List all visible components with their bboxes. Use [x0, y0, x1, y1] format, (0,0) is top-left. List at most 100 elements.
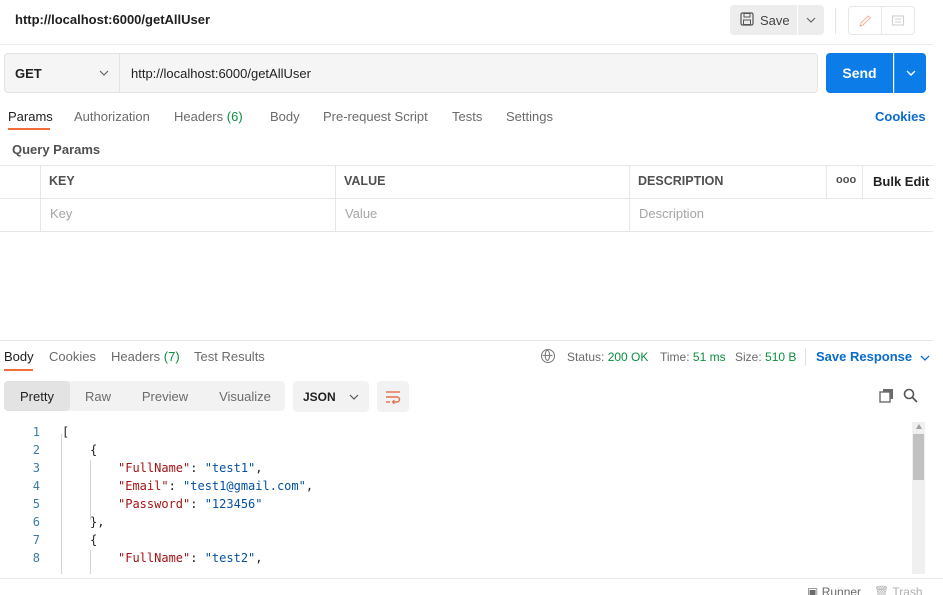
tab-pre-request-script[interactable]: Pre-request Script — [323, 109, 428, 124]
edit-button[interactable] — [848, 6, 882, 35]
runner-button[interactable]: ▣ Runner — [807, 585, 861, 595]
size-label: Size: — [735, 350, 762, 364]
trailing-comma: , — [255, 551, 263, 565]
table-col-divider — [335, 165, 336, 231]
format-select[interactable]: JSON — [293, 381, 369, 412]
tab-headers-label: Headers — [174, 109, 224, 124]
save-icon — [740, 11, 754, 29]
table-border-top — [0, 165, 933, 166]
tab-headers[interactable]: Headers (6) — [174, 109, 243, 124]
view-pretty-button[interactable]: Pretty — [4, 381, 70, 411]
save-button[interactable]: Save — [730, 5, 797, 35]
format-value: JSON — [303, 389, 336, 404]
chevron-down-icon — [906, 70, 915, 76]
response-headers-count: (7) — [163, 349, 180, 364]
column-header-key: KEY — [49, 174, 75, 188]
search-icon[interactable] — [903, 388, 918, 406]
url-value: http://localhost:6000/getAllUser — [131, 65, 311, 81]
description-input[interactable]: Description — [639, 206, 704, 221]
method-value: GET — [15, 65, 42, 81]
json-key: "FullName" — [118, 461, 191, 475]
view-preview-button[interactable]: Preview — [130, 381, 200, 411]
tab-body[interactable]: Body — [270, 109, 300, 124]
time-label: Time: — [660, 350, 690, 364]
save-dropdown-button[interactable] — [798, 5, 824, 35]
scroll-up-arrow[interactable] — [916, 424, 922, 429]
brace: { — [90, 533, 98, 547]
table-col-divider — [629, 165, 630, 231]
json-value: "test1@gmail.com" — [183, 479, 306, 493]
brace: }, — [90, 515, 105, 529]
value-input[interactable]: Value — [345, 206, 377, 221]
globe-icon[interactable] — [541, 349, 555, 363]
response-body-editor[interactable]: 1 [ 2 { 3 "FullName": "test1", 4 "Email"… — [0, 424, 910, 574]
headers-count: (6) — [226, 109, 243, 124]
wrap-lines-button[interactable] — [377, 381, 409, 412]
trailing-comma: , — [255, 461, 263, 475]
pencil-icon — [859, 14, 871, 27]
save-label: Save — [760, 12, 790, 28]
response-headers-label: Headers — [111, 349, 161, 364]
json-value: "test2" — [204, 551, 256, 565]
line-number: 1 — [32, 425, 40, 439]
save-response-button[interactable]: Save Response — [816, 349, 930, 364]
status-info: Status: 200 OK — [567, 350, 648, 364]
code-line: [ — [62, 425, 69, 439]
time-value: 51 ms — [692, 350, 726, 364]
tab-tests[interactable]: Tests — [452, 109, 482, 124]
trash-label: Trash — [892, 585, 923, 595]
line-number: 8 — [32, 551, 40, 565]
documentation-button[interactable] — [881, 6, 915, 35]
tab-settings[interactable]: Settings — [506, 109, 553, 124]
json-key: "Password" — [118, 497, 191, 511]
view-visualize-button[interactable]: Visualize — [206, 381, 284, 411]
trash-button[interactable]: 🗑 Trash — [874, 585, 923, 595]
code-line: "FullName": "test1", — [118, 461, 263, 475]
line-number: 5 — [32, 497, 40, 511]
response-tab-cookies[interactable]: Cookies — [49, 349, 96, 364]
code-line: "Email": "test1@gmail.com", — [118, 479, 314, 493]
scrollbar-thumb[interactable] — [913, 434, 924, 480]
view-raw-button[interactable]: Raw — [72, 381, 124, 411]
send-button[interactable]: Send — [826, 53, 893, 93]
response-tab-headers[interactable]: Headers (7) — [111, 349, 180, 364]
bulk-edit-button[interactable]: Bulk Edit — [873, 174, 929, 189]
table-col-divider — [826, 165, 827, 198]
indent-guide — [90, 550, 91, 574]
line-number: 2 — [32, 443, 40, 457]
tab-authorization[interactable]: Authorization — [74, 109, 150, 124]
method-select[interactable]: GET — [4, 53, 120, 93]
brace: { — [90, 443, 98, 457]
send-dropdown-button[interactable] — [894, 53, 926, 93]
key-input[interactable]: Key — [50, 206, 72, 221]
table-col-divider — [862, 165, 863, 198]
indent-guide — [61, 434, 62, 574]
code-line: "Password": "123456" — [118, 497, 263, 511]
line-number: 6 — [32, 515, 40, 529]
response-tab-body[interactable]: Body — [4, 349, 34, 364]
query-params-title: Query Params — [12, 142, 101, 157]
wrap-lines-icon — [386, 390, 401, 404]
chevron-down-icon — [806, 17, 816, 23]
footer-divider — [0, 578, 943, 579]
size-info: Size: 510 B — [735, 350, 796, 364]
toolbar-divider — [835, 8, 836, 34]
cookies-link[interactable]: Cookies — [875, 109, 926, 124]
copy-icon[interactable] — [879, 388, 894, 406]
table-border-mid — [0, 198, 933, 199]
chevron-down-icon — [349, 394, 359, 400]
json-value: "test1" — [204, 461, 256, 475]
trash-icon: 🗑 — [874, 585, 890, 595]
runner-icon: ▣ — [807, 585, 819, 595]
response-divider — [0, 340, 933, 341]
request-title: http://localhost:6000/getAllUser — [15, 12, 211, 27]
more-options-button[interactable]: ooo — [836, 174, 856, 186]
response-tab-test-results[interactable]: Test Results — [194, 349, 265, 364]
active-tab-indicator — [8, 128, 50, 130]
tab-params[interactable]: Params — [8, 109, 53, 124]
bracket: [ — [62, 425, 70, 439]
table-border-bottom — [0, 231, 933, 232]
url-input[interactable]: http://localhost:6000/getAllUser — [119, 53, 818, 93]
status-label: Status: — [567, 350, 605, 364]
divider — [0, 44, 933, 45]
